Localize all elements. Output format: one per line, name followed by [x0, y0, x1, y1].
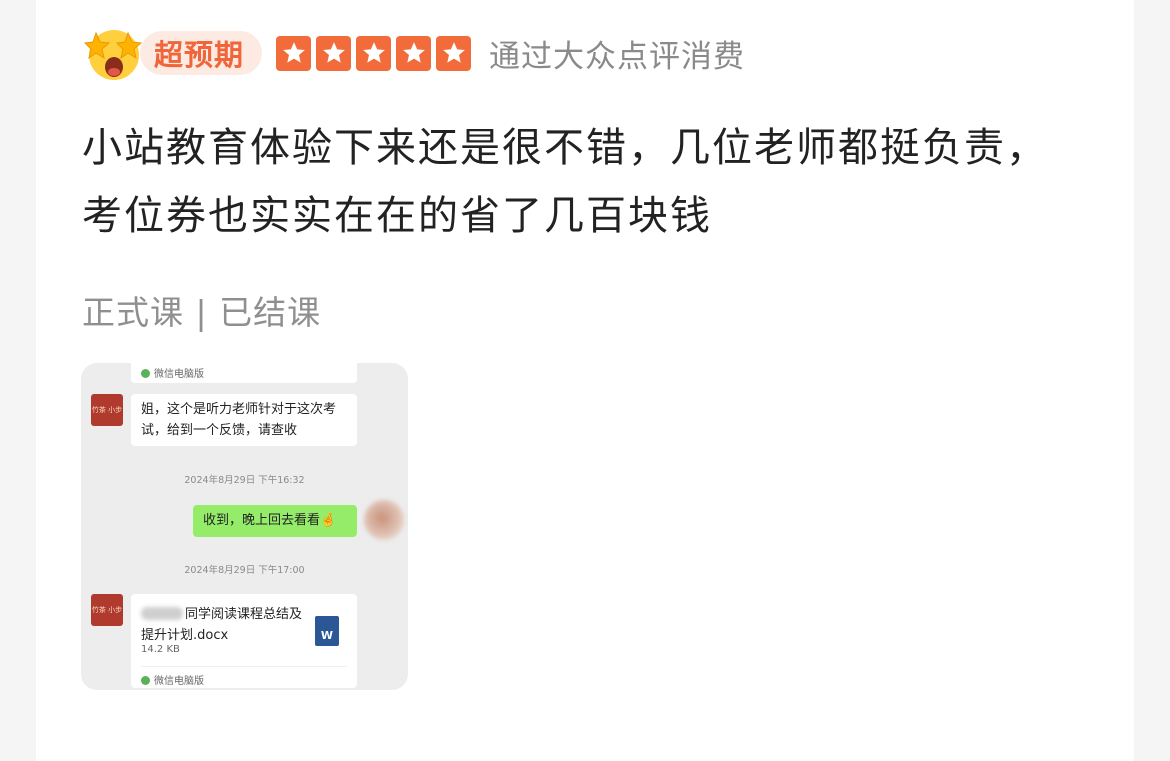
- review-text: 小站教育体验下来还是很不错，几位老师都挺负责，考位券也实实在在的省了几百块钱: [82, 125, 1048, 239]
- wechat-icon: [141, 369, 150, 378]
- chat-timestamp: 2024年8月29日 下午16:32: [184, 475, 305, 486]
- divider: [141, 666, 347, 667]
- star-icon: [356, 35, 392, 71]
- star-rating: [276, 35, 472, 71]
- wechat-icon: [141, 676, 150, 685]
- star-icon: [436, 35, 472, 71]
- star-icon: [276, 35, 312, 71]
- redacted-name: [141, 607, 183, 620]
- chat-bubble-message: 姐，这个是听力老师针对于这次考试，给到一个反馈，请查收: [131, 394, 357, 446]
- user-avatar: [364, 500, 404, 540]
- chat-timestamp: 2024年8月29日 下午17:00: [184, 565, 305, 576]
- star-icon: [396, 35, 432, 71]
- star-icon: [316, 35, 352, 71]
- wechat-pc-footer: 微信电脑版: [141, 672, 204, 687]
- file-size: 14.2 KB: [141, 644, 180, 655]
- review-header: 超预期 通过大众点评消费: [82, 24, 745, 82]
- file-name: 同学阅读课程总结及提升计划.docx: [141, 607, 303, 643]
- chat-bubble-reply: 收到，晚上回去看看🤞: [193, 505, 357, 537]
- course-tags: 正式课 | 已结课: [82, 293, 322, 332]
- wechat-pc-footer: 微信电脑版: [141, 365, 204, 380]
- file-message-card[interactable]: 同学阅读课程总结及提升计划.docx 14.2 KB W 微信电脑版: [131, 594, 357, 688]
- review-source: 通过大众点评消费: [489, 38, 746, 75]
- review-photo[interactable]: 微信电脑版 竹茶 小步 姐，这个是听力老师针对于这次考试，给到一个反馈，请查收 …: [81, 363, 408, 690]
- rating-badge: 超预期: [140, 31, 263, 75]
- avatar: 竹茶 小步: [91, 394, 123, 426]
- rating-badge-label: 超预期: [154, 38, 245, 72]
- chat-bubble-top: 微信电脑版: [131, 363, 357, 383]
- word-document-icon: W: [315, 616, 339, 646]
- avatar: 竹茶 小步: [91, 594, 123, 626]
- star-struck-face-icon: [82, 23, 146, 83]
